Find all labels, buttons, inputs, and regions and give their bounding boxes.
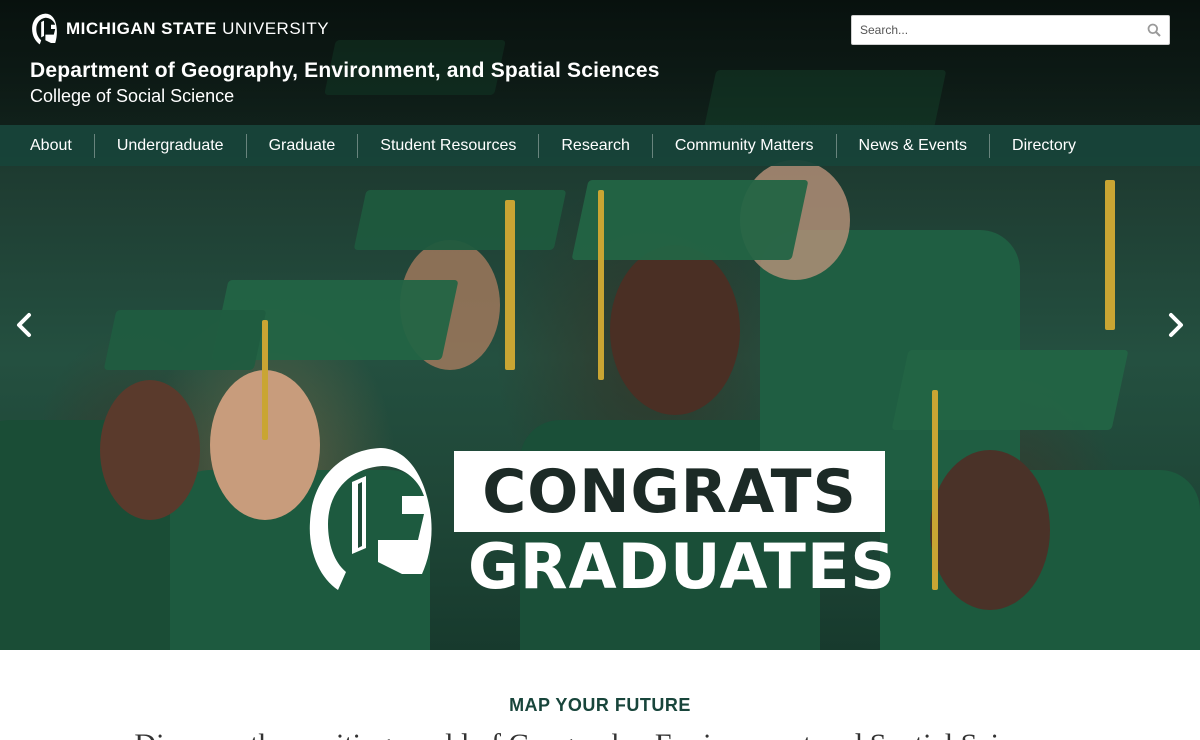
chevron-left-icon <box>17 313 31 337</box>
graduation-cap <box>571 180 809 260</box>
congrats-banner: CONGRATS <box>454 451 885 532</box>
tassel <box>598 190 604 380</box>
nav-item-news-events[interactable]: News & Events <box>837 133 991 158</box>
nav-item-undergraduate[interactable]: Undergraduate <box>95 133 247 158</box>
tassel <box>262 320 268 440</box>
college-name[interactable]: College of Social Science <box>30 86 234 107</box>
graduate-face <box>930 450 1050 610</box>
tassel <box>1105 180 1115 330</box>
search-icon[interactable] <box>1139 16 1169 44</box>
graduate-face <box>100 380 200 520</box>
search-input[interactable] <box>852 16 1139 44</box>
section-eyebrow: MAP YOUR FUTURE <box>509 695 691 715</box>
tassel <box>505 200 515 370</box>
tassel <box>932 390 938 590</box>
graduate-face <box>610 245 740 415</box>
carousel-prev-button[interactable] <box>9 310 39 340</box>
nav-item-community-matters[interactable]: Community Matters <box>653 133 837 158</box>
chevron-right-icon <box>1169 313 1183 337</box>
intro-section: MAP YOUR FUTURE Discover the exciting wo… <box>0 650 1200 740</box>
nav-item-research[interactable]: Research <box>539 133 653 158</box>
university-wordmark: MICHIGAN STATE UNIVERSITY <box>66 19 330 38</box>
graduates-text: GRADUATES <box>468 530 896 603</box>
nav-item-graduate[interactable]: Graduate <box>247 133 359 158</box>
graduation-cap <box>891 350 1129 430</box>
main-nav: About Undergraduate Graduate Student Res… <box>0 125 1200 166</box>
congrats-text: CONGRATS <box>482 456 857 527</box>
graduation-cap <box>353 190 567 250</box>
search-box <box>851 15 1170 45</box>
spartan-helmet-icon <box>309 448 432 590</box>
nav-item-about[interactable]: About <box>8 133 95 158</box>
section-headline: Discover the exciting world of Geography… <box>0 728 1200 740</box>
msu-brand-link[interactable]: MICHIGAN STATE UNIVERSITY <box>30 12 329 46</box>
nav-item-student-resources[interactable]: Student Resources <box>358 133 540 158</box>
department-title[interactable]: Department of Geography, Environment, an… <box>30 59 660 83</box>
nav-item-directory[interactable]: Directory <box>990 134 1098 158</box>
carousel-next-button[interactable] <box>1161 310 1191 340</box>
spartan-helmet-icon <box>32 13 57 45</box>
graduation-cap <box>103 310 267 370</box>
